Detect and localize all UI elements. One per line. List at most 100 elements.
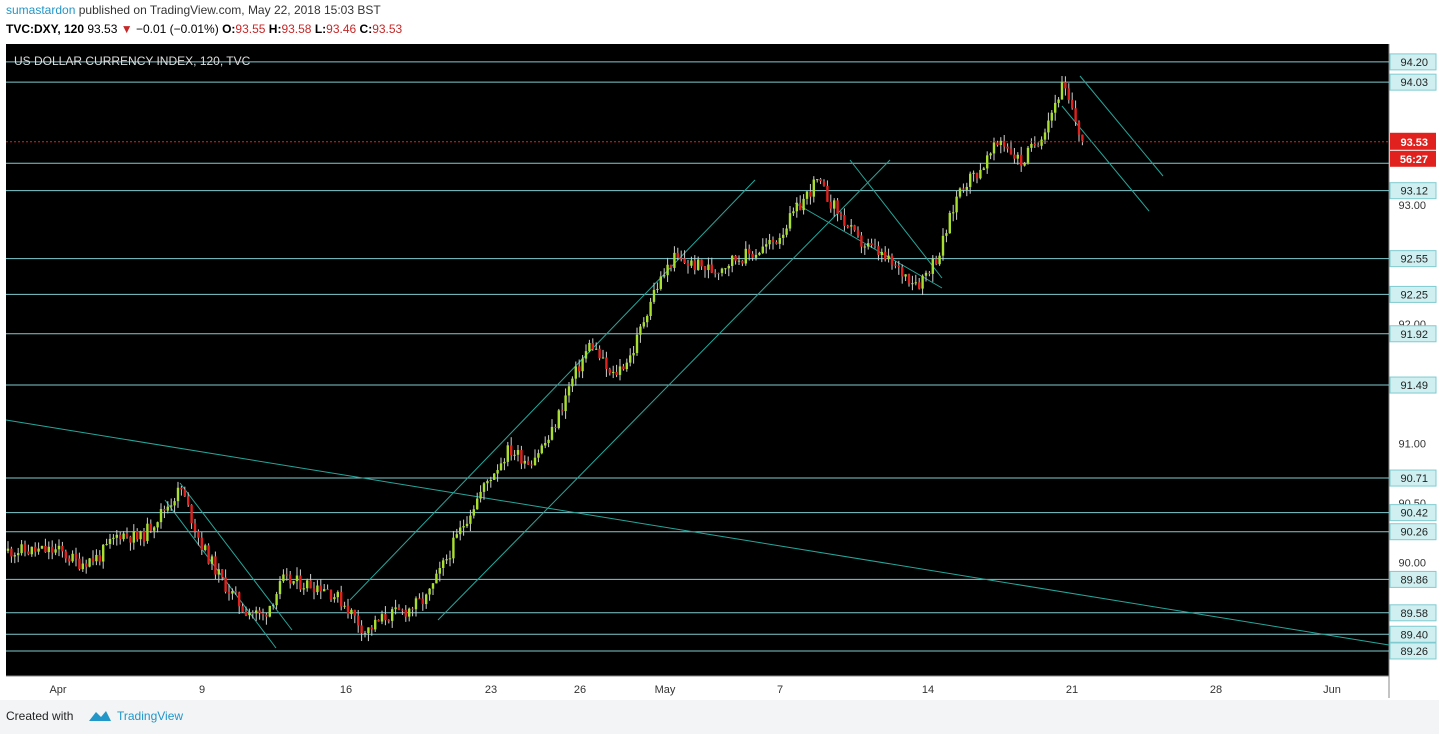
candle-down (615, 371, 618, 375)
candle-up (40, 545, 44, 549)
candle-down (401, 609, 404, 611)
candle-down (1037, 145, 1040, 147)
candle-down (856, 230, 860, 236)
candle-up (469, 515, 472, 524)
candle-down (299, 575, 302, 590)
candle-up (914, 282, 917, 284)
level-label: 90.71 (1400, 473, 1428, 485)
candle-down (78, 558, 81, 570)
candle-up (697, 259, 700, 270)
x-tick-label: 16 (340, 684, 352, 696)
candle-up (13, 555, 16, 557)
candle-up (455, 534, 458, 538)
candle-up (656, 288, 659, 290)
candle-down (1077, 121, 1081, 135)
level-label: 93.12 (1400, 186, 1428, 198)
candle-down (680, 257, 683, 259)
tradingview-logo-icon (89, 711, 111, 721)
candle-up (248, 612, 251, 616)
candle-down (244, 612, 248, 616)
candle-up (472, 509, 475, 516)
candle-down (1009, 148, 1013, 155)
candle-up (408, 608, 411, 617)
candle-up (533, 457, 537, 466)
candle-down (370, 627, 373, 630)
candle-up (112, 537, 115, 539)
candle-down (207, 545, 210, 564)
candle-up (503, 461, 506, 464)
candle-down (622, 366, 625, 370)
candle-down (64, 551, 67, 559)
candle-down (221, 569, 224, 578)
candle-down (683, 258, 686, 264)
candle-down (605, 357, 608, 370)
candle-up (805, 191, 809, 199)
candle-up (887, 255, 890, 259)
candle-down (238, 592, 241, 607)
candle-up (731, 255, 734, 266)
x-tick-label: 9 (199, 684, 205, 696)
candle-down (1064, 82, 1067, 89)
candle-down (748, 248, 751, 254)
candle-down (700, 259, 703, 267)
x-tick-label: 7 (777, 684, 783, 696)
candle-down (561, 410, 564, 412)
candle-up (911, 283, 914, 285)
chart-background (6, 44, 1389, 698)
chart-title: US DOLLAR CURRENCY INDEX, 120, TVC (14, 54, 251, 68)
candle-down (183, 489, 186, 497)
candle-up (71, 553, 74, 562)
candle-down (829, 201, 832, 209)
candle-down (901, 267, 904, 277)
candle-up (880, 251, 883, 255)
candle-down (163, 508, 166, 511)
candle-up (992, 142, 996, 154)
candle-up (323, 589, 326, 592)
candle-down (1081, 134, 1084, 141)
candle-down (384, 614, 387, 621)
candle-up (30, 546, 33, 555)
level-label: 94.20 (1400, 57, 1428, 69)
candle-up (486, 481, 489, 484)
candle-down (329, 589, 333, 600)
price-chart[interactable]: US DOLLAR CURRENCY INDEX, 120, TVC 93.00… (0, 0, 1439, 700)
candle-up (965, 186, 968, 190)
current-price-label: 93.53 (1400, 137, 1428, 149)
candle-up (374, 619, 377, 630)
candle-up (166, 506, 169, 511)
candle-down (714, 272, 717, 274)
candle-down (34, 546, 37, 552)
candle-up (629, 355, 632, 363)
candle-down (404, 609, 407, 617)
created-with-text: Created with (6, 709, 74, 723)
candle-up (204, 545, 207, 550)
tradingview-link[interactable]: TradingView (117, 709, 183, 723)
candle-up (833, 200, 836, 209)
candle-up (139, 531, 142, 540)
candle-down (421, 598, 424, 605)
candle-down (1020, 154, 1023, 166)
candle-down (68, 558, 71, 562)
candle-up (442, 560, 445, 568)
candle-down (234, 591, 237, 593)
candle-down (822, 181, 826, 186)
candle-up (156, 522, 159, 528)
candle-up (95, 554, 98, 562)
candle-up (795, 202, 798, 212)
candle-up (523, 460, 526, 464)
candle-down (190, 504, 193, 524)
candle-up (217, 569, 220, 575)
candle-down (907, 274, 911, 284)
candle-down (61, 545, 64, 552)
candle-down (411, 608, 414, 610)
time-axis[interactable] (6, 676, 1389, 698)
candle-down (74, 553, 78, 559)
candle-up (972, 172, 975, 174)
candle-up (938, 255, 941, 265)
candle-up (115, 534, 118, 538)
candle-down (261, 612, 265, 615)
candle-up (380, 614, 384, 622)
candle-up (921, 275, 924, 289)
candle-up (1043, 132, 1047, 140)
candle-up (452, 537, 455, 559)
